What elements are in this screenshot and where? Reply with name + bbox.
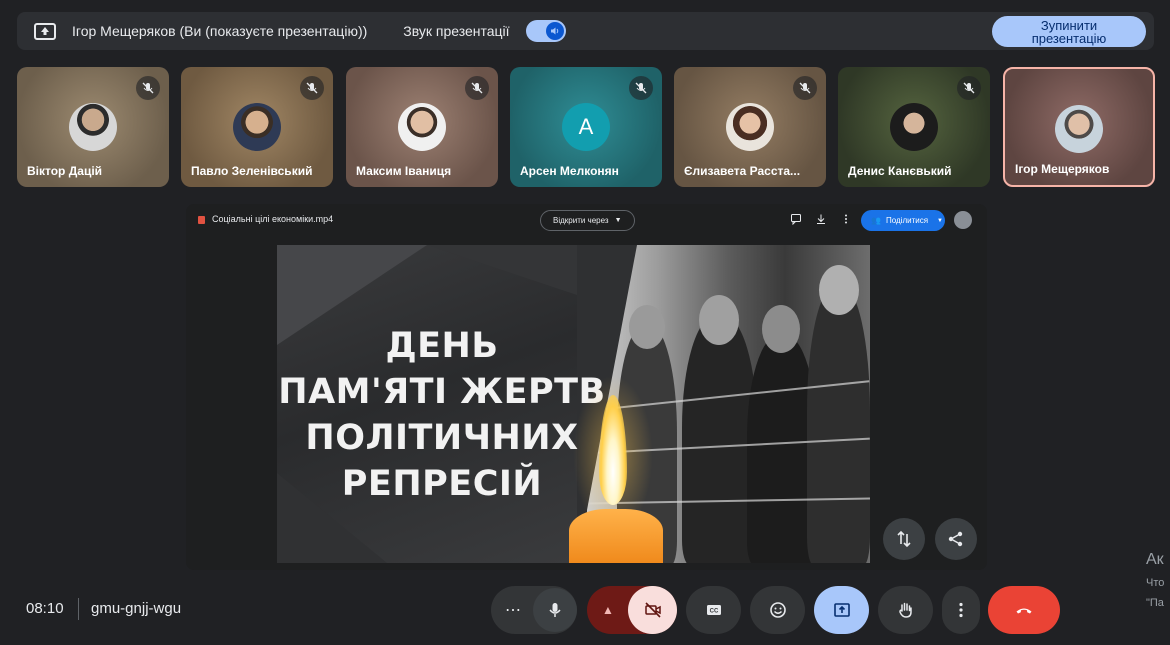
participant-tile[interactable]: A Арсен Мелконян <box>510 67 662 187</box>
videocam-off-icon <box>644 602 661 618</box>
mic-icon <box>549 603 561 617</box>
more-options-button[interactable]: ⋯ <box>505 600 522 620</box>
avatar <box>69 103 117 151</box>
slide-title-line: ДЕНЬ <box>385 326 499 366</box>
mic-control-group: ⋯ <box>491 586 577 634</box>
meeting-clock: 08:10 <box>26 600 64 617</box>
caret-down-icon: ▼ <box>614 217 622 224</box>
share-icon <box>948 531 963 547</box>
avatar <box>233 103 281 151</box>
camera-options-chevron[interactable]: ▲ <box>602 603 614 617</box>
closed-captions-icon: CC <box>706 605 721 615</box>
avatar-initial: A <box>562 103 610 151</box>
participant-name: Арсен Мелконян <box>520 164 619 178</box>
comment-icon[interactable] <box>790 213 802 225</box>
mic-off-icon <box>465 76 489 100</box>
svg-text:CC: CC <box>709 609 718 615</box>
mic-off-icon <box>136 76 160 100</box>
participant-tile[interactable]: Єлизавета Расста... <box>674 67 826 187</box>
presentation-sound-toggle[interactable] <box>525 20 566 42</box>
avatar <box>726 103 774 151</box>
more-options-button[interactable] <box>942 586 980 634</box>
speaker-icon <box>545 22 564 40</box>
present-now-button[interactable] <box>814 586 869 634</box>
open-with-dropdown[interactable]: Відкрити через ▼ <box>540 210 635 231</box>
avatar <box>1055 105 1103 153</box>
shared-screen: Соціальні цілі економіки.mp4 Відкрити че… <box>186 204 987 570</box>
slide-title-line: ПАМ'ЯТІ ЖЕРТВ <box>278 372 606 412</box>
open-with-label: Відкрити через <box>553 216 609 225</box>
share-screen-button[interactable] <box>935 518 977 560</box>
participant-name: Віктор Дацій <box>27 164 103 178</box>
stop-presenting-button[interactable]: Зупинити презентацію <box>992 16 1146 47</box>
account-avatar[interactable] <box>954 211 972 229</box>
share-label: Поділитися <box>885 216 929 225</box>
participant-tile[interactable]: Денис Канєвький <box>838 67 990 187</box>
camera-off-button[interactable] <box>628 586 677 634</box>
participant-name: Ігор Мещеряков <box>1015 162 1110 176</box>
video-file-icon <box>198 216 205 224</box>
mic-off-icon <box>793 76 817 100</box>
figure <box>807 285 870 563</box>
avatar <box>398 103 446 151</box>
slide-title-line: РЕПРЕСІЙ <box>341 464 543 504</box>
presentation-slide: ДЕНЬ ПАМ'ЯТІ ЖЕРТВ ПОЛІТИЧНИХ РЕПРЕСІЙ <box>277 245 870 563</box>
leave-call-button[interactable] <box>988 586 1060 634</box>
participant-name: Максим Іваниця <box>356 164 452 178</box>
camera-control-group: ▲ <box>587 586 677 634</box>
presentation-sound-label: Звук презентації <box>403 23 510 39</box>
hand-icon <box>898 602 912 618</box>
participant-tile[interactable]: Віктор Дацій <box>17 67 169 187</box>
mic-button[interactable] <box>533 588 577 632</box>
mic-off-icon <box>629 76 653 100</box>
file-name: Соціальні цілі економіки.mp4 <box>212 214 334 224</box>
more-vert-icon <box>959 602 963 618</box>
figure <box>682 315 757 563</box>
meeting-code: gmu-gnjj-wgu <box>91 600 182 617</box>
viewer-header: Соціальні цілі економіки.mp4 Відкрити че… <box>186 204 987 236</box>
participant-name: Єлизавета Расста... <box>684 164 801 178</box>
participant-tile-self[interactable]: Ігор Мещеряков <box>1003 67 1155 187</box>
side-clipped-text: Что <box>1146 577 1165 589</box>
side-clipped-text: Ак <box>1146 551 1164 568</box>
side-clipped-text: "Па <box>1146 597 1164 609</box>
presenter-status-text: Ігор Мещеряков (Ви (показуєте презентаці… <box>72 23 368 39</box>
people-icon: 👥 <box>871 216 881 225</box>
swap-layout-button[interactable] <box>883 518 925 560</box>
caret-down-icon: ▼ <box>937 217 943 224</box>
emoji-icon <box>769 602 786 618</box>
call-end-icon <box>1016 608 1032 614</box>
participant-tile[interactable]: Павло Зеленівський <box>181 67 333 187</box>
present-to-all-icon <box>833 603 850 617</box>
captions-button[interactable]: CC <box>686 586 741 634</box>
raise-hand-button[interactable] <box>878 586 933 634</box>
meet-window: Ігор Мещеряков (Ви (показуєте презентаці… <box>0 0 1170 645</box>
participant-tile[interactable]: Максим Іваниця <box>346 67 498 187</box>
share-button[interactable]: 👥 Поділитися ▼ <box>861 210 945 231</box>
participant-strip: Віктор Дацій Павло Зеленівський Максим І… <box>17 67 1157 187</box>
participant-name: Павло Зеленівський <box>191 164 313 178</box>
figure <box>699 295 739 345</box>
mic-off-icon <box>957 76 981 100</box>
download-icon[interactable] <box>815 213 827 225</box>
present-screen-icon <box>34 22 56 40</box>
presenting-bar: Ігор Мещеряков (Ви (показуєте презентаці… <box>17 12 1154 50</box>
swap-vert-icon <box>897 530 911 548</box>
mic-off-icon <box>300 76 324 100</box>
slide-title-line: ПОЛІТИЧНИХ <box>305 418 579 458</box>
figure <box>819 265 859 315</box>
slide-title: ДЕНЬ ПАМ'ЯТІ ЖЕРТВ ПОЛІТИЧНИХ РЕПРЕСІЙ <box>277 323 607 507</box>
more-vert-icon[interactable] <box>840 213 852 225</box>
reactions-button[interactable] <box>750 586 805 634</box>
divider <box>78 598 79 620</box>
figure <box>762 305 800 353</box>
avatar <box>890 103 938 151</box>
participant-name: Денис Канєвький <box>848 164 952 178</box>
candle <box>569 509 663 563</box>
